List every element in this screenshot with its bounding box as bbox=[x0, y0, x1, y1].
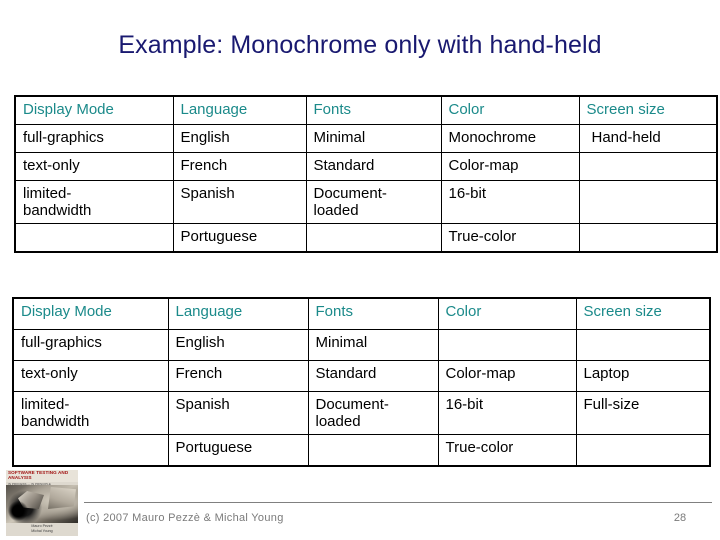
column-header-color: Color bbox=[437, 297, 577, 330]
book-cover-title: SOFTWARE TESTING AND ANALYSIS bbox=[8, 470, 69, 481]
footer-divider bbox=[84, 502, 712, 503]
column-header-color: Color bbox=[440, 95, 580, 125]
cell-screen-size bbox=[575, 434, 711, 467]
cell-fonts: Minimal bbox=[305, 124, 442, 153]
column-header-screen-size: Screen size bbox=[575, 297, 711, 330]
cell-screen-size bbox=[575, 329, 711, 361]
cell-display-mode bbox=[12, 434, 169, 467]
table-row: full-graphics English Minimal bbox=[12, 329, 711, 361]
cell-color: Color-map bbox=[440, 152, 580, 181]
cell-language: French bbox=[172, 152, 307, 181]
cell-display-mode: limited- bandwidth bbox=[14, 180, 174, 224]
cell-screen-size bbox=[578, 152, 718, 181]
cell-language: English bbox=[167, 329, 309, 361]
table-row: Portuguese True-color bbox=[14, 223, 718, 253]
cell-color bbox=[437, 329, 577, 361]
table-row: text-only French Standard Color-map Lapt… bbox=[12, 360, 711, 392]
cell-fonts bbox=[305, 223, 442, 253]
cell-language: Spanish bbox=[172, 180, 307, 224]
photo-shape-b bbox=[8, 501, 28, 521]
cell-screen-size: Full-size bbox=[575, 391, 711, 435]
page-title: Example: Monochrome only with hand-held bbox=[118, 31, 602, 59]
table-row: limited- bandwidth Spanish Document- loa… bbox=[14, 180, 718, 224]
page-number: 28 bbox=[673, 512, 687, 524]
cell-display-mode bbox=[14, 223, 174, 253]
column-header-display-mode: Display Mode bbox=[14, 95, 174, 125]
cell-color: True-color bbox=[440, 223, 580, 253]
cell-fonts: Document- loaded bbox=[307, 391, 439, 435]
cell-color: 16-bit bbox=[437, 391, 577, 435]
table-row: full-graphics English Minimal Monochrome… bbox=[14, 124, 718, 153]
column-header-screen-size: Screen size bbox=[578, 95, 718, 125]
cell-fonts: Document- loaded bbox=[305, 180, 442, 224]
configuration-table-two: Display Mode Language Fonts Color Screen… bbox=[12, 297, 711, 467]
cell-screen-size bbox=[578, 180, 718, 224]
cell-fonts bbox=[307, 434, 439, 467]
cell-display-mode: full-graphics bbox=[12, 329, 169, 361]
cell-language: Spanish bbox=[167, 391, 309, 435]
photo-shape-c bbox=[48, 487, 76, 509]
book-cover-authors: Mauro Pezzè Michal Young bbox=[31, 524, 53, 533]
cell-color: Color-map bbox=[437, 360, 577, 392]
cell-fonts: Standard bbox=[307, 360, 439, 392]
cell-display-mode: limited- bandwidth bbox=[12, 391, 169, 435]
cell-language: English bbox=[172, 124, 307, 153]
table-row: Portuguese True-color bbox=[12, 434, 711, 467]
cell-fonts: Standard bbox=[305, 152, 442, 181]
cell-language: Portuguese bbox=[172, 223, 307, 253]
column-header-fonts: Fonts bbox=[307, 297, 439, 330]
table-row-header: Display Mode Language Fonts Color Screen… bbox=[14, 95, 718, 125]
column-header-language: Language bbox=[172, 95, 307, 125]
cell-color: 16-bit bbox=[440, 180, 580, 224]
cell-display-mode: full-graphics bbox=[14, 124, 174, 153]
column-header-display-mode: Display Mode bbox=[12, 297, 169, 330]
cell-color: True-color bbox=[437, 434, 577, 467]
book-cover-thumbnail: SOFTWARE TESTING AND ANALYSIS IN PROCESS… bbox=[6, 470, 78, 536]
cell-color: Monochrome bbox=[440, 124, 580, 153]
cell-fonts: Minimal bbox=[307, 329, 439, 361]
column-header-fonts: Fonts bbox=[305, 95, 442, 125]
footer-copyright: (c) 2007 Mauro Pezzè & Michal Young bbox=[86, 512, 284, 524]
cell-display-mode: text-only bbox=[14, 152, 174, 181]
cell-screen-size: Hand-held bbox=[578, 124, 718, 153]
table-row: limited- bandwidth Spanish Document- loa… bbox=[12, 391, 711, 435]
cell-display-mode: text-only bbox=[12, 360, 169, 392]
book-cover-photo bbox=[6, 485, 78, 523]
cell-language: Portuguese bbox=[167, 434, 309, 467]
table-row-header: Display Mode Language Fonts Color Screen… bbox=[12, 297, 711, 330]
cell-language: French bbox=[167, 360, 309, 392]
column-header-language: Language bbox=[167, 297, 309, 330]
table-row: text-only French Standard Color-map bbox=[14, 152, 718, 181]
cell-screen-size: Laptop bbox=[575, 360, 711, 392]
cell-screen-size bbox=[578, 223, 718, 253]
configuration-table-one: Display Mode Language Fonts Color Screen… bbox=[14, 95, 718, 253]
